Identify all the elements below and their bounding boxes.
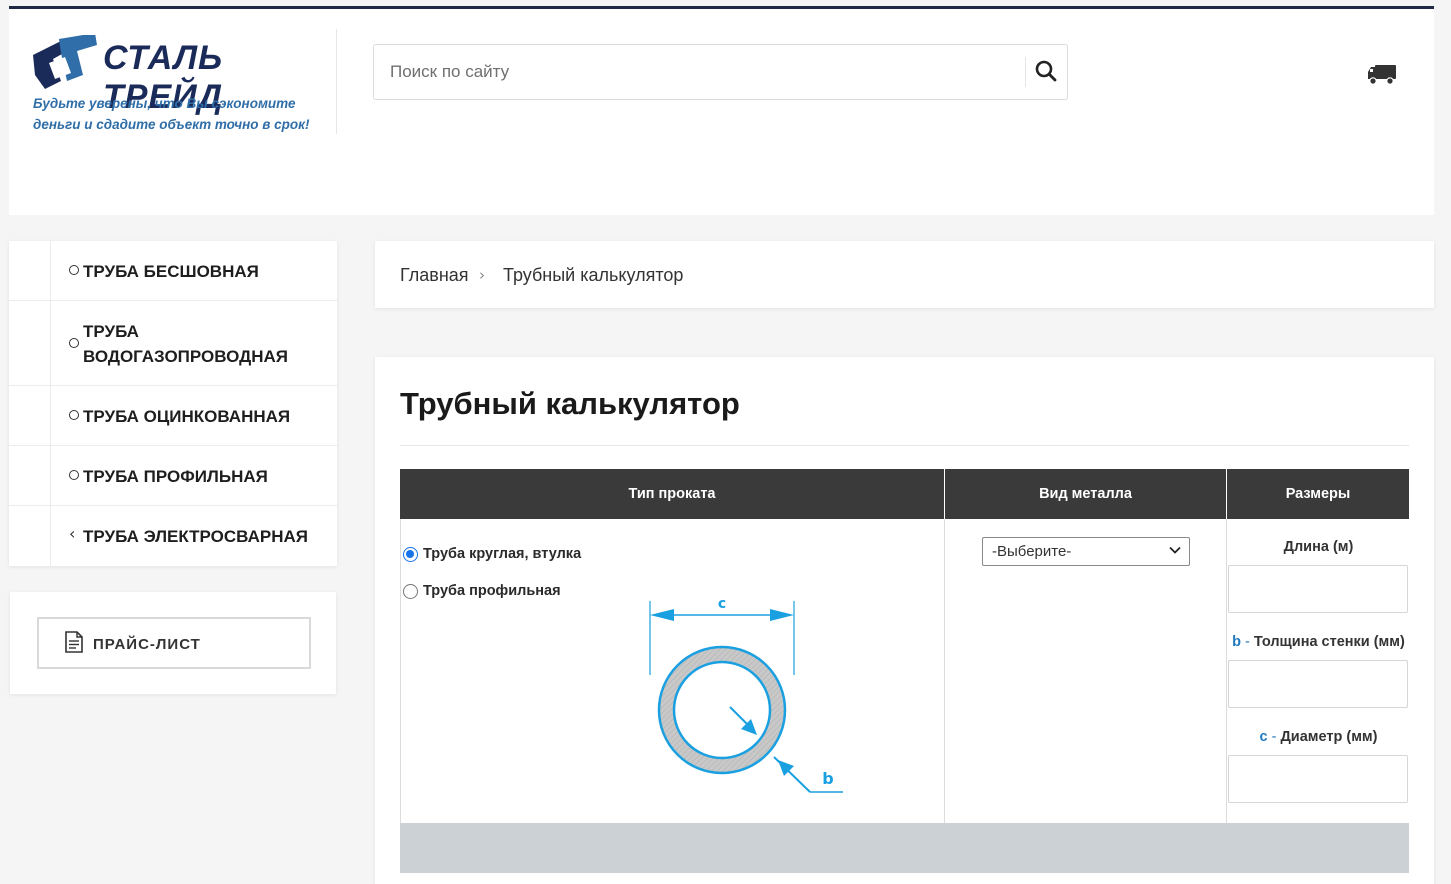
sidebar-item-label: Труба бесшовная: [83, 262, 259, 281]
pipe-cross-section-diagram: c b: [649, 596, 843, 793]
sidebar-item-seamless-pipe[interactable]: Труба бесшовная: [9, 241, 337, 301]
site-header: СТАЛЬ ТРЕЙД Будьте уверены, что Вы сэкон…: [9, 9, 1434, 215]
search-input[interactable]: [375, 46, 1025, 98]
diameter-input[interactable]: [1228, 755, 1408, 803]
sidebar-item-profile-pipe[interactable]: Труба профильная: [9, 446, 337, 506]
column-header-dimensions: Размеры: [1227, 469, 1409, 519]
sidebar-item-gutter: [9, 386, 51, 445]
wall-thickness-label: b - Толщина стенки (мм): [1228, 634, 1409, 650]
sidebar-item-gutter: [9, 301, 51, 385]
column-header-rolling-type: Тип проката: [400, 469, 944, 519]
logo-slogan: Будьте уверены, что Вы сэкономите деньги…: [33, 96, 310, 132]
column-border: [400, 519, 401, 823]
search-divider: [1025, 57, 1026, 87]
length-label: Длина (м): [1283, 539, 1354, 555]
metal-type-select[interactable]: -Выберите-: [982, 537, 1190, 566]
price-list-label: ПРАЙС-ЛИСТ: [93, 636, 201, 653]
radio-label: Труба профильная: [423, 583, 561, 599]
sidebar-menu: Труба бесшовная Труба водогазопроводная …: [9, 241, 337, 566]
sidebar-item-gutter: [9, 241, 51, 300]
page-title: Трубный калькулятор: [400, 386, 740, 421]
metal-type-select-value: -Выберите-: [992, 543, 1072, 560]
sidebar-item-gutter: [9, 506, 51, 566]
wall-key: b: [1232, 634, 1241, 650]
diameter-text: Диаметр (мм): [1280, 729, 1378, 745]
circle-icon: [69, 337, 79, 351]
sidebar-item-galvanized-pipe[interactable]: Труба оцинкованная: [9, 386, 337, 446]
wall-key-label: b: [822, 769, 833, 788]
chevron-down-icon: [1169, 546, 1181, 554]
title-divider: [400, 445, 1409, 446]
price-list-card: ПРАЙС-ЛИСТ: [10, 592, 336, 694]
diameter-label: c - Диаметр (мм): [1228, 729, 1409, 745]
breadcrumb-current: Трубный калькулятор: [503, 265, 684, 285]
column-border: [1226, 519, 1227, 823]
sidebar-item-gutter: [9, 446, 51, 505]
circle-icon: [69, 264, 79, 278]
radio-button[interactable]: [403, 583, 418, 599]
radio-round-pipe[interactable]: Труба круглая, втулка: [403, 546, 581, 562]
search-box: [373, 44, 1068, 100]
wall-thickness-text: Толщина стенки (мм): [1253, 634, 1405, 650]
sidebar-item-label: Труба электросварная: [83, 527, 308, 546]
breadcrumb: Главная › Трубный калькулятор: [375, 241, 1434, 308]
chevron-left-icon: ‹: [69, 524, 76, 543]
diameter-key-label: c: [718, 596, 726, 612]
sidebar-item-water-gas-pipe[interactable]: Труба водогазопроводная: [9, 301, 337, 386]
circle-icon: [69, 409, 79, 423]
wall-thickness-input[interactable]: [1228, 660, 1408, 708]
price-list-button[interactable]: ПРАЙС-ЛИСТ: [37, 617, 311, 669]
length-input[interactable]: [1228, 565, 1408, 613]
sidebar-item-electric-welded-pipe[interactable]: ‹ Труба электросварная: [9, 506, 337, 566]
document-icon: [65, 631, 83, 653]
column-header-metal-type: Вид металла: [945, 469, 1226, 519]
breadcrumb-home-link[interactable]: Главная: [400, 265, 469, 286]
pipe-calculator-table: Тип проката Вид металла Размеры Труба кр…: [400, 469, 1409, 873]
logo-area[interactable]: СТАЛЬ ТРЕЙД Будьте уверены, что Вы сэкон…: [9, 29, 337, 134]
search-icon[interactable]: [1034, 59, 1058, 83]
radio-profile-pipe[interactable]: Труба профильная: [403, 583, 561, 599]
column-border: [944, 519, 945, 823]
diameter-key: c: [1259, 729, 1268, 745]
radio-button-checked[interactable]: [403, 546, 418, 562]
result-bar: [400, 823, 1409, 873]
sidebar-item-label: Труба оцинкованная: [83, 407, 291, 426]
main-content: Трубный калькулятор Тип проката Вид мета…: [375, 357, 1434, 884]
truck-icon[interactable]: [1367, 61, 1397, 87]
label-dash: -: [1267, 729, 1281, 745]
logo-icon: [33, 35, 97, 89]
label-dash: -: [1241, 634, 1254, 650]
radio-label: Труба круглая, втулка: [423, 546, 582, 562]
sidebar-item-label: Труба профильная: [83, 467, 268, 486]
breadcrumb-separator: ›: [479, 266, 485, 284]
circle-icon: [69, 469, 79, 483]
sidebar-item-label: Труба водогазопроводная: [83, 322, 288, 366]
